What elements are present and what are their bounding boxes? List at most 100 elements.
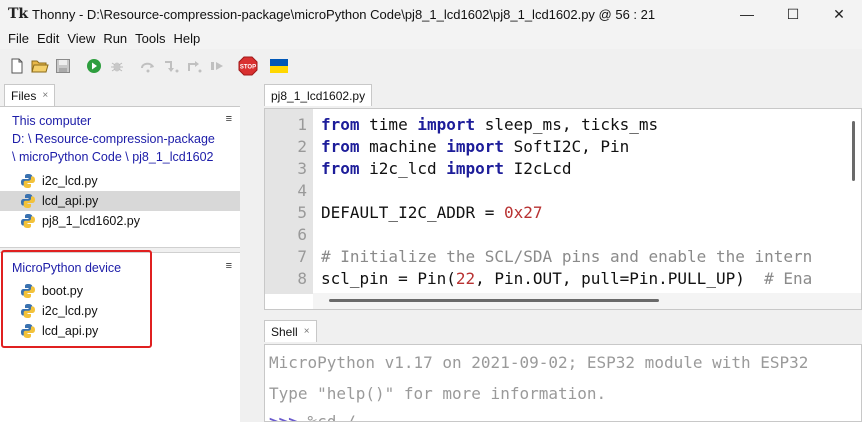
- micropython-device-menu-icon[interactable]: ≡: [226, 260, 232, 272]
- python-file-icon: [21, 194, 35, 208]
- window-title: Thonny - D:\Resource-compression-package…: [32, 6, 656, 22]
- run-button[interactable]: [83, 55, 105, 77]
- path-link-line-2[interactable]: \ microPython Code \ pj8_1_lcd1602: [12, 150, 214, 164]
- code-token: import: [417, 115, 476, 134]
- code-token: DEFAULT_I2C_ADDR =: [321, 203, 505, 222]
- new-file-icon: [11, 58, 23, 74]
- code-line: # Initialize the SCL/SDA pins and enable…: [321, 247, 812, 266]
- this-computer-section: This computer ≡ D: \ Resource-compressio…: [0, 107, 240, 247]
- file-name: pj8_1_lcd1602.py: [42, 214, 140, 228]
- menu-run[interactable]: Run: [99, 31, 131, 46]
- step-into-button[interactable]: [160, 55, 182, 77]
- step-out-button[interactable]: [183, 55, 205, 77]
- tab-shell-close-icon[interactable]: ×: [304, 326, 310, 337]
- tab-editor-file[interactable]: pj8_1_lcd1602.py: [264, 84, 373, 106]
- open-file-icon: [31, 60, 49, 73]
- code-line: DEFAULT_I2C_ADDR = 0x27: [321, 203, 543, 222]
- path-link-line-1[interactable]: D: \ Resource-compression-package: [12, 132, 215, 146]
- line-number: 7: [297, 247, 307, 266]
- step-into-icon: [165, 61, 179, 73]
- line-number: 5: [297, 203, 307, 222]
- step-out-icon: [188, 61, 202, 73]
- shell-command: %cd /: [297, 412, 356, 422]
- line-number: 1: [297, 115, 307, 134]
- shell-area: Shell × MicroPython v1.17 on 2021-09-02;…: [244, 320, 862, 422]
- shell-tab-label: Shell: [271, 324, 298, 339]
- code-editor[interactable]: 1 2 3 4 5 6 7 8 from time import sleep_m…: [264, 108, 862, 310]
- python-file-icon: [21, 174, 35, 188]
- editor-horizontal-scroll-track: [313, 293, 861, 309]
- menu-help[interactable]: Help: [170, 31, 205, 46]
- tab-files[interactable]: Files ×: [4, 84, 56, 106]
- tab-files-close-icon[interactable]: ×: [42, 90, 48, 101]
- code-token: i2c_lcd: [359, 159, 447, 178]
- line-number-gutter: 1 2 3 4 5 6 7 8: [265, 109, 313, 294]
- code-token: import: [446, 137, 505, 156]
- shell-input-line: >>> %cd /: [269, 412, 356, 422]
- code-line: from machine import SoftI2C, Pin: [321, 137, 629, 156]
- thonny-window: Tk Thonny - D:\Resource-compression-pack…: [0, 0, 862, 422]
- code-token: from: [321, 115, 360, 134]
- code-line: from i2c_lcd import I2cLcd: [321, 159, 571, 178]
- shell-prompt: >>>: [269, 412, 298, 422]
- debug-button[interactable]: [106, 55, 128, 77]
- ukraine-flag-icon: [270, 59, 288, 73]
- maximize-button[interactable]: ☐: [770, 0, 816, 28]
- python-file-icon: [21, 214, 35, 228]
- open-file-button[interactable]: [29, 55, 51, 77]
- close-window-button[interactable]: ✕: [816, 0, 862, 28]
- line-number: 2: [297, 137, 307, 156]
- resume-button[interactable]: [206, 55, 228, 77]
- ukraine-support-button[interactable]: [268, 55, 290, 77]
- code-token: from: [321, 137, 360, 156]
- resume-icon: [211, 62, 223, 70]
- code-token: # Initialize the SCL/SDA pins and enable…: [321, 247, 813, 266]
- editor-horizontal-scrollbar[interactable]: [329, 299, 659, 302]
- save-button[interactable]: [52, 55, 74, 77]
- file-name: i2c_lcd.py: [42, 174, 98, 188]
- editor-vertical-scrollbar[interactable]: [852, 121, 855, 181]
- shell-output-line: Type "help()" for more information.: [269, 384, 607, 403]
- code-token: I2cLcd: [504, 159, 572, 178]
- debug-icon: [111, 62, 123, 72]
- this-computer-title: This computer: [12, 114, 92, 128]
- line-number: 8: [297, 269, 307, 288]
- code-token: , Pin.OUT, pull=Pin.PULL_UP): [475, 269, 765, 288]
- shell-console[interactable]: MicroPython v1.17 on 2021-09-02; ESP32 m…: [264, 344, 862, 422]
- menu-view[interactable]: View: [63, 31, 99, 46]
- menu-edit[interactable]: Edit: [33, 31, 63, 46]
- line-number: 4: [297, 181, 307, 200]
- file-row[interactable]: pj8_1_lcd1602.py: [0, 211, 240, 231]
- tab-files-label: Files: [11, 88, 37, 103]
- highlight-annotation-box: [1, 250, 152, 348]
- tab-shell[interactable]: Shell ×: [264, 320, 317, 342]
- menu-file[interactable]: File: [4, 31, 33, 46]
- code-token: sleep_ms, ticks_ms: [475, 115, 659, 134]
- menu-tools[interactable]: Tools: [131, 31, 169, 46]
- code-token: # Ena: [764, 269, 813, 288]
- editor-area: pj8_1_lcd1602.py 1 2 3 4 5 6 7 8 from ti…: [244, 84, 862, 310]
- code-token: 0x27: [504, 203, 543, 222]
- files-pane: Files × This computer ≡ D: \ Resource-co…: [0, 84, 240, 422]
- this-computer-menu-icon[interactable]: ≡: [226, 113, 232, 125]
- code-token: from: [321, 159, 360, 178]
- file-row-selected[interactable]: lcd_api.py: [0, 191, 240, 211]
- editor-tab-label: pj8_1_lcd1602.py: [271, 88, 366, 103]
- step-over-button[interactable]: [137, 55, 159, 77]
- stop-button[interactable]: STOP: [237, 55, 259, 77]
- line-number: 6: [297, 225, 307, 244]
- file-row[interactable]: i2c_lcd.py: [0, 171, 240, 191]
- shell-output-line: MicroPython v1.17 on 2021-09-02; ESP32 m…: [269, 353, 809, 372]
- run-icon: [87, 59, 101, 73]
- file-name: lcd_api.py: [42, 194, 99, 208]
- code-token: machine: [359, 137, 447, 156]
- new-file-button[interactable]: [6, 55, 28, 77]
- code-line: scl_pin = Pin(22, Pin.OUT, pull=Pin.PULL…: [321, 269, 812, 288]
- code-token: time: [359, 115, 418, 134]
- stop-icon: STOP: [238, 56, 258, 76]
- minimize-button[interactable]: —: [724, 0, 770, 28]
- window-controls: — ☐ ✕: [724, 0, 862, 28]
- thonny-logo-icon: Tk: [8, 6, 29, 22]
- code-token: 22: [455, 269, 476, 288]
- save-icon: [56, 59, 70, 73]
